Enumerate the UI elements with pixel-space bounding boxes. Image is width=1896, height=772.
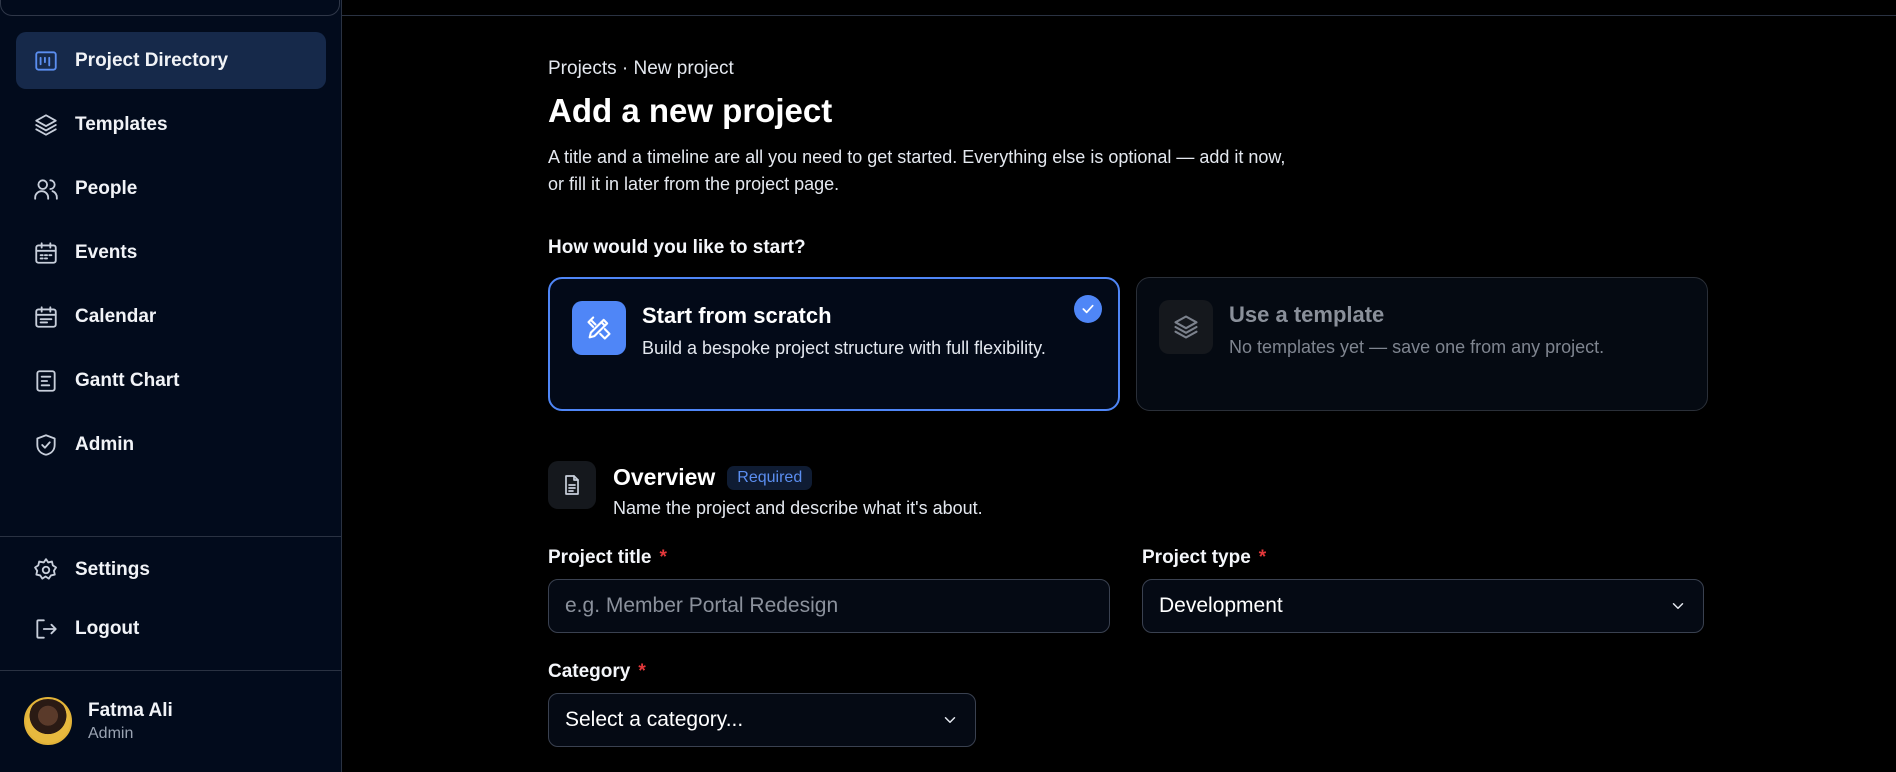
sidebar-divider: [0, 536, 342, 537]
sidebar-item-label: People: [75, 177, 138, 199]
document-icon: [548, 461, 596, 509]
sidebar-item-label: Templates: [75, 113, 168, 135]
check-icon: [1074, 295, 1102, 323]
layers-icon: [1159, 300, 1213, 354]
card-description: No templates yet — save one from any pro…: [1229, 337, 1605, 357]
main-area: Projects · New project Add a new project…: [342, 0, 1896, 772]
overview-section-header: Overview Required Name the project and d…: [548, 461, 1708, 519]
gantt-icon: [32, 367, 60, 395]
chevron-down-icon: [944, 717, 956, 723]
sidebar-top-search-stub[interactable]: [0, 0, 340, 16]
sidebar-divider: [0, 670, 342, 671]
card-title: Use a template: [1229, 302, 1385, 327]
project-type-field: Project type * Development: [1142, 547, 1704, 633]
new-project-form: Projects · New project Add a new project…: [548, 58, 1708, 747]
page-title: Add a new project: [548, 92, 833, 129]
pencil-ruler-icon: [572, 301, 626, 355]
field-label: Project title *: [548, 547, 667, 568]
category-select[interactable]: Select a category...: [548, 693, 976, 747]
user-profile[interactable]: Fatma Ali Admin: [24, 697, 173, 745]
sidebar-item-label: Gantt Chart: [75, 369, 180, 391]
field-row: Project title * e.g. Member Portal Redesi…: [548, 547, 1708, 633]
sidebar-item-label: Logout: [75, 618, 140, 639]
start-options: Start from scratch Build a bespoke proje…: [548, 277, 1708, 411]
field-label: Project type *: [1142, 547, 1267, 568]
required-mark: *: [659, 547, 667, 568]
card-description: Build a bespoke project structure with f…: [642, 338, 1046, 358]
breadcrumb: Projects · New project: [548, 58, 734, 79]
sidebar-nav: Project Directory Templates People Event…: [16, 32, 326, 480]
start-from-scratch-card[interactable]: Start from scratch Build a bespoke proje…: [548, 277, 1120, 411]
sidebar-item-label: Events: [75, 241, 138, 263]
sidebar-item-label: Project Directory: [75, 49, 229, 71]
project-type-select[interactable]: Development: [1142, 579, 1704, 633]
category-field: Category * Select a category...: [548, 661, 976, 747]
sidebar-item-logout[interactable]: Logout: [16, 604, 326, 654]
start-question: How would you like to start?: [548, 237, 806, 258]
section-title: Overview: [613, 464, 716, 490]
sidebar-item-label: Calendar: [75, 305, 157, 327]
project-title-field: Project title * e.g. Member Portal Redesi…: [548, 547, 1110, 633]
calendar-icon: [32, 239, 60, 267]
sidebar-item-admin[interactable]: Admin: [16, 416, 326, 473]
people-icon: [32, 175, 60, 203]
required-mark: *: [1258, 547, 1267, 568]
sidebar: Project Directory Templates People Event…: [0, 0, 342, 772]
section-description: Name the project and describe what it's …: [613, 498, 983, 518]
sidebar-bottom-nav: Settings Logout: [16, 545, 326, 663]
page-description: A title and a timeline are all you need …: [548, 147, 1286, 194]
required-badge: Required: [727, 465, 813, 490]
user-name: Fatma Ali: [88, 699, 173, 721]
card-title: Start from scratch: [642, 303, 832, 328]
project-title-input[interactable]: e.g. Member Portal Redesign: [548, 579, 1110, 633]
chart-board-icon: [32, 47, 60, 75]
sidebar-item-people[interactable]: People: [16, 160, 326, 217]
field-label: Category *: [548, 661, 646, 682]
avatar: [24, 697, 72, 745]
sidebar-item-templates[interactable]: Templates: [16, 96, 326, 153]
logout-icon: [32, 615, 60, 643]
layers-icon: [32, 111, 60, 139]
sidebar-item-project-directory[interactable]: Project Directory: [16, 32, 326, 89]
sidebar-item-label: Admin: [75, 433, 135, 455]
use-template-card: Use a template No templates yet — save o…: [1136, 277, 1708, 411]
calendar-grid-icon: [32, 303, 60, 331]
topbar-divider: [342, 15, 1896, 16]
select-value: Select a category...: [565, 708, 744, 731]
shield-check-icon: [32, 431, 60, 459]
sidebar-item-gantt-chart[interactable]: Gantt Chart: [16, 352, 326, 409]
chevron-down-icon: [1672, 603, 1684, 609]
select-value: Development: [1159, 594, 1283, 617]
sidebar-item-settings[interactable]: Settings: [16, 545, 326, 595]
sidebar-item-calendar[interactable]: Calendar: [16, 288, 326, 345]
sidebar-item-events[interactable]: Events: [16, 224, 326, 281]
required-mark: *: [638, 661, 646, 682]
user-role: Admin: [88, 724, 134, 742]
gear-icon: [32, 556, 60, 584]
sidebar-item-label: Settings: [75, 559, 150, 580]
